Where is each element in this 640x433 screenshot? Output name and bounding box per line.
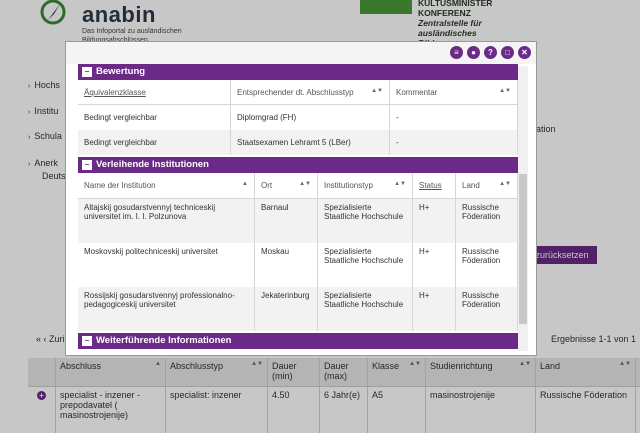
cell: Russische Föderation [455,198,518,243]
sort-up-icon[interactable]: ▲ [242,181,248,187]
scrollbar-thumb[interactable] [519,174,527,324]
sort-icon[interactable]: ▲▼ [499,88,511,94]
detail-modal: ≡ ● ? □ ✕ − Bewertung Äquivalenzklasse E… [66,42,536,355]
col-institutionstyp[interactable]: Institutionstyp ▲▼ [317,172,413,199]
cell: Bedingt vergleichbar [78,104,231,130]
cell: Russische Föderation [455,286,518,331]
table-row[interactable]: Altajskij gosudarstvennyj techniceskij u… [78,198,518,243]
table-header-row: Name der Institution ▲ Ort ▲▼ Institutions… [78,172,518,199]
col-label: Land [462,180,480,190]
collapse-icon[interactable]: − [82,159,92,170]
modal-toolbar: ≡ ● ? □ ✕ [66,42,536,64]
table-header-row: Äquivalenzklasse Entsprechender dt. Absc… [78,80,518,105]
cell: H+ [412,286,456,331]
col-abschlusstyp[interactable]: Entsprechender dt. Abschlusstyp ▲▼ [230,80,390,105]
cell: - [389,104,518,130]
col-label: Äquivalenzklasse [84,87,146,97]
close-icon[interactable]: ✕ [518,46,531,59]
maximize-icon[interactable]: □ [501,46,514,59]
col-aequivalenzklasse[interactable]: Äquivalenzklasse [78,80,231,105]
sort-icon[interactable]: ▲▼ [499,181,511,187]
modal-content[interactable]: − Bewertung Äquivalenzklasse Entsprechen… [78,64,518,351]
col-land[interactable]: Land ▲▼ [455,172,518,199]
cell: Spezialisierte Staatliche Hochschule [317,242,413,287]
col-ort[interactable]: Ort ▲▼ [254,172,318,199]
section-bewertung-header[interactable]: − Bewertung [78,64,518,80]
cell: Jekaterinburg [254,286,318,331]
cell: Spezialisierte Staatliche Hochschule [317,198,413,243]
sort-icon[interactable]: ▲▼ [394,181,406,187]
col-label: Entsprechender dt. Abschlusstyp [237,87,354,97]
user-icon[interactable]: ● [467,46,480,59]
cell: H+ [412,198,456,243]
col-status[interactable]: Status [412,172,456,199]
section-institutionen-header[interactable]: − Verleihende Institutionen [78,156,518,173]
cell: - [389,129,518,155]
collapse-icon[interactable]: − [82,335,92,346]
col-label: Name der Institution [84,180,156,190]
section-title: Weiterführende Informationen [96,334,232,346]
col-kommentar[interactable]: Kommentar ▲▼ [389,80,518,105]
cell: H+ [412,242,456,287]
col-label: Kommentar [396,87,438,97]
sort-icon[interactable]: ▲▼ [371,88,383,94]
table-row[interactable]: Moskovskij politechniceskij universitet … [78,242,518,287]
table-row: Bedingt vergleichbar Diplomgrad (FH) - [78,104,518,130]
col-name[interactable]: Name der Institution ▲ [78,172,255,199]
cell: Diplomgrad (FH) [230,104,390,130]
section-weiter-header[interactable]: − Weiterführende Informationen [78,332,518,349]
section-title: Verleihende Institutionen [96,158,209,170]
table-row: Bedingt vergleichbar Staatsexamen Lehram… [78,129,518,155]
sort-icon[interactable]: ▲▼ [299,181,311,187]
col-label: Institutionstyp [324,180,373,190]
section-title: Bewertung [96,66,146,77]
cell: Barnaul [254,198,318,243]
cell: Altajskij gosudarstvennyj techniceskij u… [78,198,255,243]
table-row[interactable]: Rossijskij gosudarstvennyj professionaln… [78,286,518,331]
help-icon[interactable]: ? [484,46,497,59]
cell: Staatsexamen Lehramt 5 (LBer) [230,129,390,155]
cell: Moskau [254,242,318,287]
cell: Russische Föderation [455,242,518,287]
cell: Rossijskij gosudarstvennyj professionaln… [78,286,255,331]
collapse-icon[interactable]: − [82,67,92,77]
col-label: Ort [261,180,273,190]
col-label: Status [419,180,442,190]
cell: Spezialisierte Staatliche Hochschule [317,286,413,331]
filter-icon[interactable]: ≡ [450,46,463,59]
bewertung-table: Äquivalenzklasse Entsprechender dt. Absc… [78,80,518,155]
cell: Bedingt vergleichbar [78,129,231,155]
modal-scrollbar[interactable] [518,66,528,351]
institutionen-table: Name der Institution ▲ Ort ▲▼ Institutions… [78,172,518,331]
cell: Moskovskij politechniceskij universitet [78,242,255,287]
